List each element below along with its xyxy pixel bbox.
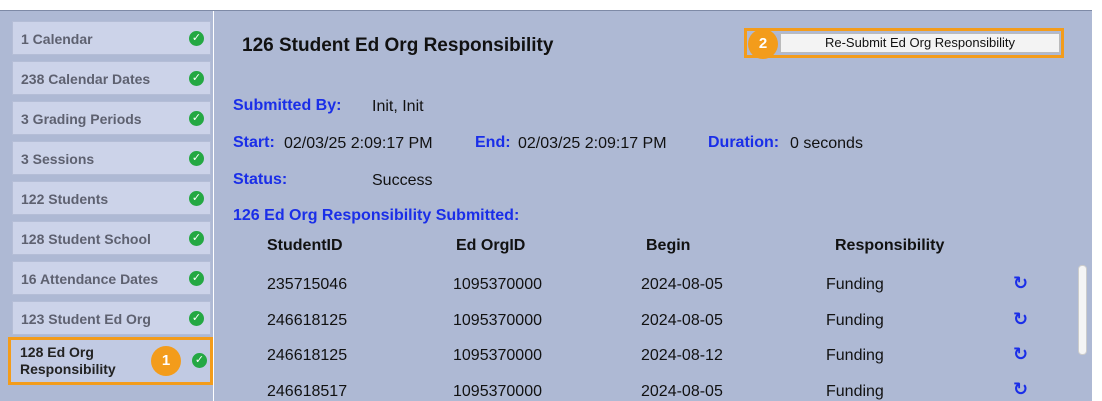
scrollbar[interactable] <box>1078 265 1087 355</box>
refresh-icon[interactable]: ↻ <box>1013 379 1028 400</box>
check-icon: ✓ <box>189 111 204 126</box>
cell-responsibility: Funding <box>826 276 884 293</box>
check-icon: ✓ <box>189 271 204 286</box>
cell-responsibility: Funding <box>826 347 884 364</box>
sidebar-item-attendance-dates[interactable]: 16 Attendance Dates ✓ <box>12 261 211 295</box>
step-badge-1: 1 <box>151 346 181 376</box>
sidebar-item-calendar[interactable]: 1 Calendar ✓ <box>12 21 211 55</box>
check-icon: ✓ <box>189 31 204 46</box>
check-icon: ✓ <box>189 311 204 326</box>
cell-student-id: 246618125 <box>267 312 348 329</box>
end-value: 02/03/25 2:09:17 PM <box>518 135 667 152</box>
submitted-by-label: Submitted By: <box>233 97 342 114</box>
cell-begin: 2024-08-12 <box>641 347 723 364</box>
check-icon: ✓ <box>192 353 207 368</box>
cell-begin: 2024-08-05 <box>641 383 723 400</box>
cell-responsibility: Funding <box>826 383 884 400</box>
duration-value: 0 seconds <box>790 135 863 152</box>
sidebar: 1 Calendar ✓ 238 Calendar Dates ✓ 3 Grad… <box>0 11 213 401</box>
sidebar-item-student-ed-org[interactable]: 123 Student Ed Org ✓ <box>12 301 211 335</box>
resubmit-button[interactable]: Re-Submit Ed Org Responsibility <box>780 33 1060 53</box>
sidebar-item-label: 3 Sessions <box>21 151 95 167</box>
cell-ed-org-id: 1095370000 <box>453 312 542 329</box>
sidebar-item-student-school[interactable]: 128 Student School ✓ <box>12 221 211 255</box>
check-icon: ✓ <box>189 151 204 166</box>
sidebar-item-label: 16 Attendance Dates <box>21 271 159 287</box>
column-header-student-id: StudentID <box>267 237 343 254</box>
column-header-ed-org-id: Ed OrgID <box>456 237 526 254</box>
check-icon: ✓ <box>189 191 204 206</box>
cell-student-id: 246618125 <box>267 347 348 364</box>
start-label: Start: <box>233 134 275 151</box>
cell-ed-org-id: 1095370000 <box>453 347 542 364</box>
check-icon: ✓ <box>189 71 204 86</box>
refresh-icon[interactable]: ↻ <box>1013 344 1028 365</box>
sidebar-item-label: 128 Student School <box>21 231 151 247</box>
sidebar-item-calendar-dates[interactable]: 238 Calendar Dates ✓ <box>12 61 211 95</box>
end-label: End: <box>475 134 511 151</box>
main-panel: 126 Student Ed Org Responsibility 2 Re-S… <box>214 11 1092 401</box>
cell-student-id: 246618517 <box>267 383 348 400</box>
refresh-icon[interactable]: ↻ <box>1013 273 1028 294</box>
sidebar-item-label: 128 Ed Org Responsibility <box>20 344 116 378</box>
sidebar-item-label: 1 Calendar <box>21 31 93 47</box>
cell-student-id: 235715046 <box>267 276 348 293</box>
sidebar-item-ed-org-responsibility[interactable]: 128 Ed Org Responsibility ✓ <box>8 337 213 385</box>
sidebar-item-label: 238 Calendar Dates <box>21 71 151 87</box>
status-value: Success <box>372 172 433 189</box>
cell-ed-org-id: 1095370000 <box>453 383 542 400</box>
sidebar-item-label-line1: 128 Ed Org <box>20 344 94 360</box>
check-icon: ✓ <box>189 231 204 246</box>
sidebar-item-students[interactable]: 122 Students ✓ <box>12 181 211 215</box>
status-label: Status: <box>233 171 288 188</box>
sidebar-item-label-line2: Responsibility <box>20 361 116 377</box>
refresh-icon[interactable]: ↻ <box>1013 309 1028 330</box>
duration-label: Duration: <box>708 134 780 151</box>
sidebar-item-label: 123 Student Ed Org <box>21 311 151 327</box>
page-title: 126 Student Ed Org Responsibility <box>242 35 554 56</box>
sidebar-item-grading-periods[interactable]: 3 Grading Periods ✓ <box>12 101 211 135</box>
column-header-begin: Begin <box>646 237 691 254</box>
step-badge-2: 2 <box>748 29 778 59</box>
start-value: 02/03/25 2:09:17 PM <box>284 135 433 152</box>
sidebar-item-sessions[interactable]: 3 Sessions ✓ <box>12 141 211 175</box>
cell-begin: 2024-08-05 <box>641 276 723 293</box>
cell-ed-org-id: 1095370000 <box>453 276 542 293</box>
column-header-responsibility: Responsibility <box>835 237 945 254</box>
cell-responsibility: Funding <box>826 312 884 329</box>
cell-begin: 2024-08-05 <box>641 312 723 329</box>
sidebar-item-label: 122 Students <box>21 191 109 207</box>
sidebar-item-label: 3 Grading Periods <box>21 111 142 127</box>
submitted-by-value: Init, Init <box>372 98 424 115</box>
section-heading: 126 Ed Org Responsibility Submitted: <box>233 207 520 224</box>
